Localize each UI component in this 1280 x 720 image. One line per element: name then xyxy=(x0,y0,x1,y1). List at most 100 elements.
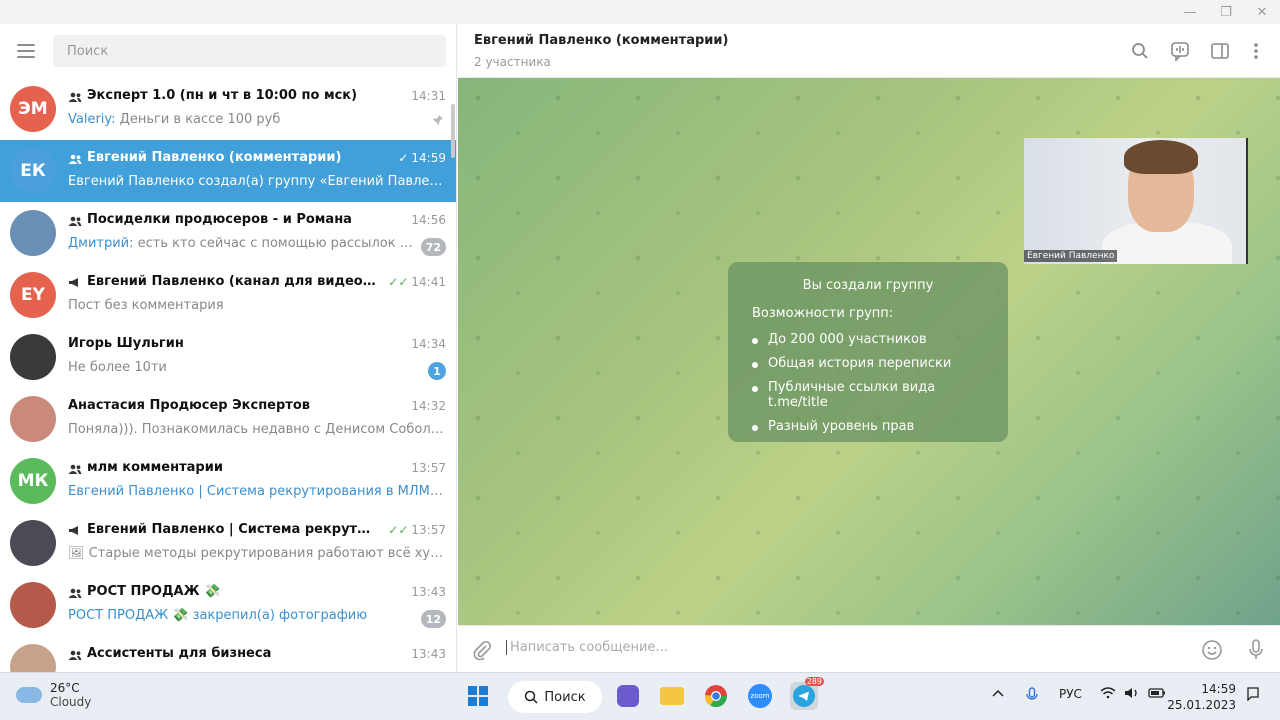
search-icon[interactable] xyxy=(1128,39,1152,63)
more-icon[interactable] xyxy=(1244,39,1268,63)
chat-list-item[interactable]: ЭМ Эксперт 1.0 (пн и чт в 10:00 по мск) 14… xyxy=(0,78,456,140)
scrollbar[interactable] xyxy=(451,104,455,158)
chat-item-timestamp: 13:43 xyxy=(411,585,446,599)
chat-list-sidebar: Поиск ЭМ Эксперт 1.0 (пн и чт в 10:00 по … xyxy=(0,24,457,672)
feature-list: До 200 000 участников Общая история пере… xyxy=(752,332,984,434)
system-clock[interactable]: 14:59 25.01.2023 xyxy=(1167,681,1236,713)
search-input[interactable]: Поиск xyxy=(53,35,446,67)
group-icon xyxy=(68,215,82,226)
chevron-up-icon[interactable] xyxy=(992,687,1004,701)
read-check-icon: ✓✓ xyxy=(388,523,409,537)
telegram-icon[interactable]: 289 xyxy=(790,677,824,710)
chat-list-item[interactable]: Игорь Шульгин 14:34 Не более 10ти 1 xyxy=(0,326,456,388)
chat-item-title: Евгений Павленко | Система рекрутировани… xyxy=(68,522,376,537)
file-explorer-icon[interactable] xyxy=(658,682,686,710)
chat-item-name: Эксперт 1.0 (пн и чт в 10:00 по мск) xyxy=(87,88,358,103)
avatar xyxy=(10,210,56,256)
webcam-overlay: Евгений Павленко xyxy=(1024,138,1248,264)
message-input[interactable]: Написать сообщение... xyxy=(506,640,668,655)
chat-panel: Евгений Павленко (комментарии) 2 участни… xyxy=(458,24,1280,672)
chat-item-time: 13:57 xyxy=(411,461,446,475)
sidebar-header: Поиск xyxy=(0,24,456,78)
chat-item-title: Эксперт 1.0 (пн и чт в 10:00 по мск) xyxy=(68,88,376,103)
avatar xyxy=(10,520,56,566)
attach-icon[interactable] xyxy=(470,638,494,662)
chat-item-time: ✓✓ 13:57 xyxy=(388,523,446,537)
voice-chat-icon[interactable] xyxy=(1168,39,1192,63)
zoom-icon[interactable]: zoom xyxy=(746,682,774,710)
chat-item-preview: Поняла))). Познакомилась недавно с Денис… xyxy=(68,422,446,437)
taskbar-search[interactable]: Поиск xyxy=(508,681,602,713)
chat-item-name: РОСТ ПРОДАЖ 💸 xyxy=(87,584,221,599)
group-created-message: Вы создали группу Возможности групп: До … xyxy=(728,262,1008,442)
emoji-icon[interactable] xyxy=(1200,638,1224,662)
chat-list-item[interactable]: EY Евгений Павленко (канал для видео в Yo… xyxy=(0,264,456,326)
weather-condition: Cloudy xyxy=(50,695,92,709)
avatar xyxy=(10,334,56,380)
start-icon[interactable] xyxy=(464,682,492,710)
chat-list-item[interactable]: ЕК Евгений Павленко (комментарии) ✓ 14:59 Ев… xyxy=(0,140,456,202)
avatar xyxy=(10,582,56,628)
chat-item-timestamp: 13:57 xyxy=(411,523,446,537)
notification-icon[interactable] xyxy=(1246,687,1260,704)
chat-header[interactable]: Евгений Павленко (комментарии) 2 участни… xyxy=(458,24,1280,78)
chat-item-time: 13:43 xyxy=(411,585,446,599)
chat-item-title: Евгений Павленко (канал для видео в YouT… xyxy=(68,274,376,289)
language-indicator[interactable]: РУС xyxy=(1059,687,1082,701)
chat-list-item[interactable]: РОСТ ПРОДАЖ 💸 13:43 РОСТ ПРОДАЖ 💸 закрепил… xyxy=(0,574,456,636)
avatar: EY xyxy=(10,272,56,318)
maximize-button[interactable]: ❐ xyxy=(1208,0,1244,24)
chat-item-preview: Пост без комментария xyxy=(68,298,446,313)
chat-item-message: есть кто сейчас с помощью рассылок прода… xyxy=(137,236,416,251)
chat-item-message: Деньги в кассе 100 руб xyxy=(115,112,281,127)
teams-icon[interactable] xyxy=(614,682,642,710)
clock-date: 25.01.2023 xyxy=(1167,698,1236,712)
chat-item-time: ✓✓ 14:41 xyxy=(388,275,446,289)
window-titlebar: — ❐ ✕ xyxy=(0,0,1280,24)
chat-item-preview: РОСТ ПРОДАЖ 💸 закрепил(а) фотографию xyxy=(68,608,416,623)
microphone-tray-icon[interactable] xyxy=(1026,687,1038,706)
chat-list-item[interactable]: МК млм комментарии 13:57 Евгений Павленко |… xyxy=(0,450,456,512)
chat-item-title: Анастасия Продюсер Экспертов xyxy=(68,398,376,413)
chat-item-time: 14:31 xyxy=(411,89,446,103)
chat-subtitle: 2 участника xyxy=(474,55,551,69)
chat-item-name: Евгений Павленко (комментарии) xyxy=(87,150,342,165)
chat-item-title: Игорь Шульгин xyxy=(68,336,376,351)
chat-item-name: млм комментарии xyxy=(87,460,223,475)
chat-item-message: Пост без комментария xyxy=(68,298,224,313)
chat-item-sender: Евгений Павленко | Система рекрутировани… xyxy=(68,484,435,499)
chat-item-timestamp: 14:32 xyxy=(411,399,446,413)
menu-icon[interactable] xyxy=(0,24,52,78)
chat-item-title: Посиделки продюсеров - и Романа xyxy=(68,212,376,227)
chat-item-title: Евгений Павленко (комментарии) xyxy=(68,150,376,165)
chat-item-name: Ассистенты для бизнеса xyxy=(87,646,272,661)
read-check-icon: ✓ xyxy=(398,151,409,165)
minimize-button[interactable]: — xyxy=(1172,0,1208,24)
chat-list-item[interactable]: Ассистенты для бизнеса 13:43 xyxy=(0,636,456,672)
chrome-icon[interactable] xyxy=(702,682,730,710)
microphone-icon[interactable] xyxy=(1244,638,1268,662)
group-icon xyxy=(68,463,82,474)
group-icon xyxy=(68,587,82,598)
chat-item-message: Евгений Павленко создал(а) группу «Евген… xyxy=(68,174,446,189)
channel-icon xyxy=(68,277,82,287)
chat-list-item[interactable]: Евгений Павленко | Система рекрутировани… xyxy=(0,512,456,574)
chat-list-item[interactable]: Анастасия Продюсер Экспертов 14:32 Поняла)… xyxy=(0,388,456,450)
chat-item-name: Посиделки продюсеров - и Романа xyxy=(87,212,352,227)
close-button[interactable]: ✕ xyxy=(1244,0,1280,24)
chat-item-timestamp: 14:56 xyxy=(411,213,446,227)
chat-list-item[interactable]: Посиделки продюсеров - и Романа 14:56 Дмит… xyxy=(0,202,456,264)
unread-badge: 12 xyxy=(420,610,446,628)
wifi-icon[interactable] xyxy=(1100,687,1116,702)
chat-item-preview: Евгений Павленко | Система рекрутировани… xyxy=(68,484,446,499)
feature-item: Разный уровень прав xyxy=(752,419,984,434)
sidebar-toggle-icon[interactable] xyxy=(1208,39,1232,63)
volume-icon[interactable] xyxy=(1124,687,1140,702)
battery-icon[interactable] xyxy=(1148,687,1166,702)
unread-badge: 1 xyxy=(428,362,446,380)
chat-item-timestamp: 13:43 xyxy=(411,647,446,661)
avatar xyxy=(10,396,56,442)
weather-widget[interactable]: 26°C Cloudy xyxy=(16,681,91,709)
webcam-name-label: Евгений Павленко xyxy=(1024,250,1118,262)
chat-background: Евгений Павленко Вы создали группу Возмо… xyxy=(458,78,1280,625)
